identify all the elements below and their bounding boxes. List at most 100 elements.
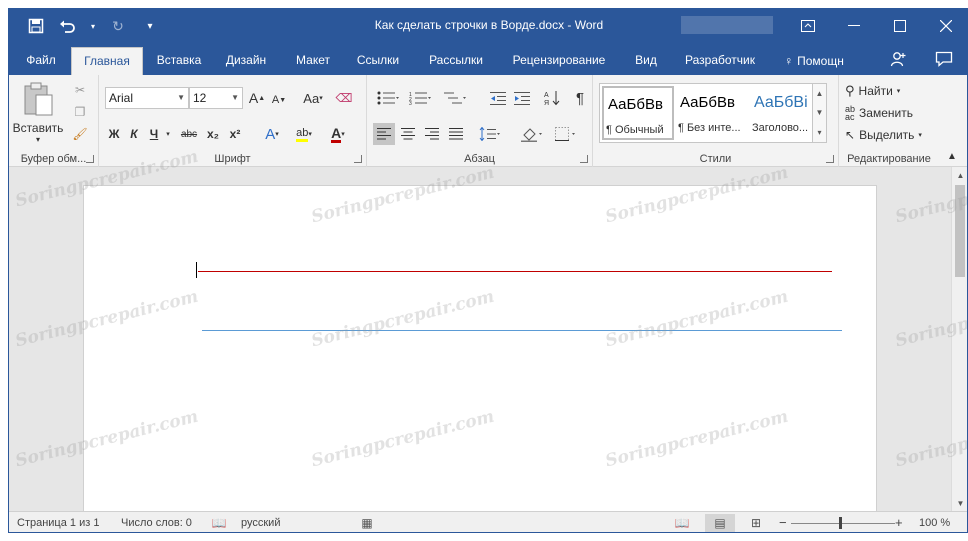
- tab-home[interactable]: Главная: [71, 47, 143, 75]
- group-font: Arial ▼ 12 ▼ A ▲ A ▼ Aa ▾ ⌫ Ж К Ч ▾ abc x₂ x²…: [99, 75, 367, 167]
- justify-icon[interactable]: [445, 123, 467, 145]
- line-spacing-icon[interactable]: [475, 123, 505, 145]
- gallery-more-icon[interactable]: ▾: [817, 128, 821, 137]
- minimize-icon[interactable]: [831, 9, 877, 43]
- paragraph-launcher-icon[interactable]: [580, 155, 588, 163]
- multilevel-list-icon[interactable]: [439, 87, 471, 109]
- ribbon-tabs: Файл Главная Вставка Дизайн Макет Ссылки…: [9, 43, 967, 75]
- vertical-scrollbar[interactable]: ▲ ▼: [951, 167, 967, 511]
- zoom-level[interactable]: 100 %: [919, 517, 950, 529]
- underline-button[interactable]: Ч: [145, 123, 163, 145]
- replace-button[interactable]: ab ac Заменить: [845, 103, 935, 123]
- tab-references[interactable]: Ссылки: [353, 47, 403, 75]
- tab-design[interactable]: Дизайн: [221, 47, 271, 75]
- styles-gallery-scroll[interactable]: ▲ ▼ ▾: [812, 84, 826, 142]
- select-button[interactable]: ↖ Выделить ▾: [845, 125, 935, 145]
- chevron-down-icon: ▼: [177, 93, 185, 102]
- zoom-out-icon[interactable]: −: [779, 515, 787, 530]
- proofing-icon[interactable]: 📖: [211, 515, 227, 531]
- svg-text:Я: Я: [544, 100, 549, 106]
- tab-view[interactable]: Вид: [629, 47, 663, 75]
- chevron-up-icon[interactable]: ▲: [816, 89, 824, 98]
- replace-icon: ab ac: [845, 104, 856, 122]
- svg-text:3: 3: [409, 101, 412, 105]
- comments-icon[interactable]: [929, 43, 959, 75]
- style-no-spacing[interactable]: АаБбВв ¶ Без инте...: [676, 86, 748, 140]
- align-right-icon[interactable]: [421, 123, 443, 145]
- document-area: [9, 167, 951, 525]
- shrink-font-button[interactable]: A ▼: [271, 89, 287, 111]
- scroll-down-icon[interactable]: ▼: [952, 495, 967, 511]
- language[interactable]: русский: [241, 517, 280, 529]
- group-label-font: Шрифт: [214, 153, 251, 165]
- macro-record-icon[interactable]: ▦: [359, 515, 375, 531]
- tab-mailings[interactable]: Рассылки: [423, 47, 489, 75]
- font-name-combo[interactable]: Arial ▼: [105, 87, 189, 109]
- format-painter-icon[interactable]: 🖌: [71, 125, 89, 143]
- red-line: [198, 271, 832, 272]
- tab-insert[interactable]: Вставка: [151, 47, 207, 75]
- align-center-icon[interactable]: [397, 123, 419, 145]
- print-layout-icon[interactable]: ▤: [705, 514, 735, 532]
- clear-formatting-icon[interactable]: ⌫: [333, 87, 355, 109]
- numbering-icon[interactable]: 123: [405, 87, 435, 109]
- tab-file[interactable]: Файл: [19, 47, 63, 75]
- style-heading-1[interactable]: АаБбВі Заголово...: [750, 86, 814, 140]
- decrease-indent-icon[interactable]: [487, 87, 509, 109]
- collapse-ribbon-icon[interactable]: ▲: [943, 149, 961, 163]
- increase-indent-icon[interactable]: [511, 87, 533, 109]
- superscript-button[interactable]: x²: [225, 123, 245, 145]
- tab-layout[interactable]: Макет: [291, 47, 335, 75]
- scroll-thumb[interactable]: [955, 185, 965, 277]
- read-mode-icon[interactable]: 📖: [671, 515, 693, 531]
- find-button[interactable]: ⚲ Найти ▾: [845, 81, 935, 101]
- show-marks-icon[interactable]: ¶: [571, 87, 589, 109]
- group-paragraph: 123 AЯ ¶ Абзац: [367, 75, 593, 167]
- bold-button[interactable]: Ж: [105, 123, 123, 145]
- copy-icon[interactable]: ❐: [71, 103, 89, 121]
- ribbon-display-options-icon[interactable]: [785, 9, 831, 43]
- styles-launcher-icon[interactable]: [826, 155, 834, 163]
- text-cursor: [196, 262, 197, 278]
- zoom-in-icon[interactable]: +: [895, 515, 903, 530]
- highlight-button[interactable]: ab ▾: [289, 123, 319, 145]
- select-cursor-icon: ↖: [845, 128, 856, 142]
- bullets-icon[interactable]: [373, 87, 403, 109]
- chevron-down-icon[interactable]: ▼: [816, 108, 824, 117]
- paste-icon: [24, 82, 53, 116]
- clipboard-launcher-icon[interactable]: [86, 155, 94, 163]
- subscript-button[interactable]: x₂: [203, 123, 223, 145]
- shading-icon[interactable]: [517, 123, 547, 145]
- page-count[interactable]: Страница 1 из 1: [17, 517, 99, 529]
- grow-font-button[interactable]: A ▲: [249, 87, 265, 109]
- underline-dropdown-icon[interactable]: ▾: [163, 123, 173, 145]
- paste-button[interactable]: Вставить ▾: [13, 81, 63, 151]
- sort-icon[interactable]: AЯ: [541, 87, 563, 109]
- zoom-thumb[interactable]: [839, 517, 842, 529]
- strikethrough-button[interactable]: abc: [177, 123, 201, 145]
- zoom-slider[interactable]: [791, 523, 895, 524]
- style-normal[interactable]: АаБбВв ¶ Обычный: [602, 86, 674, 140]
- font-color-button[interactable]: A ▾: [323, 123, 353, 145]
- borders-icon[interactable]: [551, 123, 581, 145]
- chevron-down-icon: ▾: [918, 132, 922, 139]
- font-size-combo[interactable]: 12 ▼: [189, 87, 243, 109]
- document-page[interactable]: [83, 185, 877, 525]
- account-area[interactable]: [681, 16, 773, 34]
- tab-tell-me[interactable]: ♀ Помощн: [777, 47, 851, 75]
- cut-icon[interactable]: ✂: [71, 81, 89, 99]
- close-icon[interactable]: [923, 9, 967, 43]
- tab-developer[interactable]: Разработчик: [677, 47, 763, 75]
- word-count[interactable]: Число слов: 0: [121, 517, 192, 529]
- change-case-button[interactable]: Aa ▾: [299, 87, 327, 109]
- text-effects-button[interactable]: A ▾: [259, 123, 285, 145]
- styles-gallery: АаБбВв ¶ Обычный АаБбВв ¶ Без инте... Аа…: [599, 83, 827, 143]
- tab-review[interactable]: Рецензирование: [507, 47, 611, 75]
- font-launcher-icon[interactable]: [354, 155, 362, 163]
- web-layout-icon[interactable]: ⊞: [745, 515, 767, 531]
- italic-button[interactable]: К: [125, 123, 143, 145]
- scroll-up-icon[interactable]: ▲: [952, 167, 967, 183]
- share-user-icon[interactable]: [885, 43, 911, 75]
- maximize-icon[interactable]: [877, 9, 923, 43]
- align-left-icon[interactable]: [373, 123, 395, 145]
